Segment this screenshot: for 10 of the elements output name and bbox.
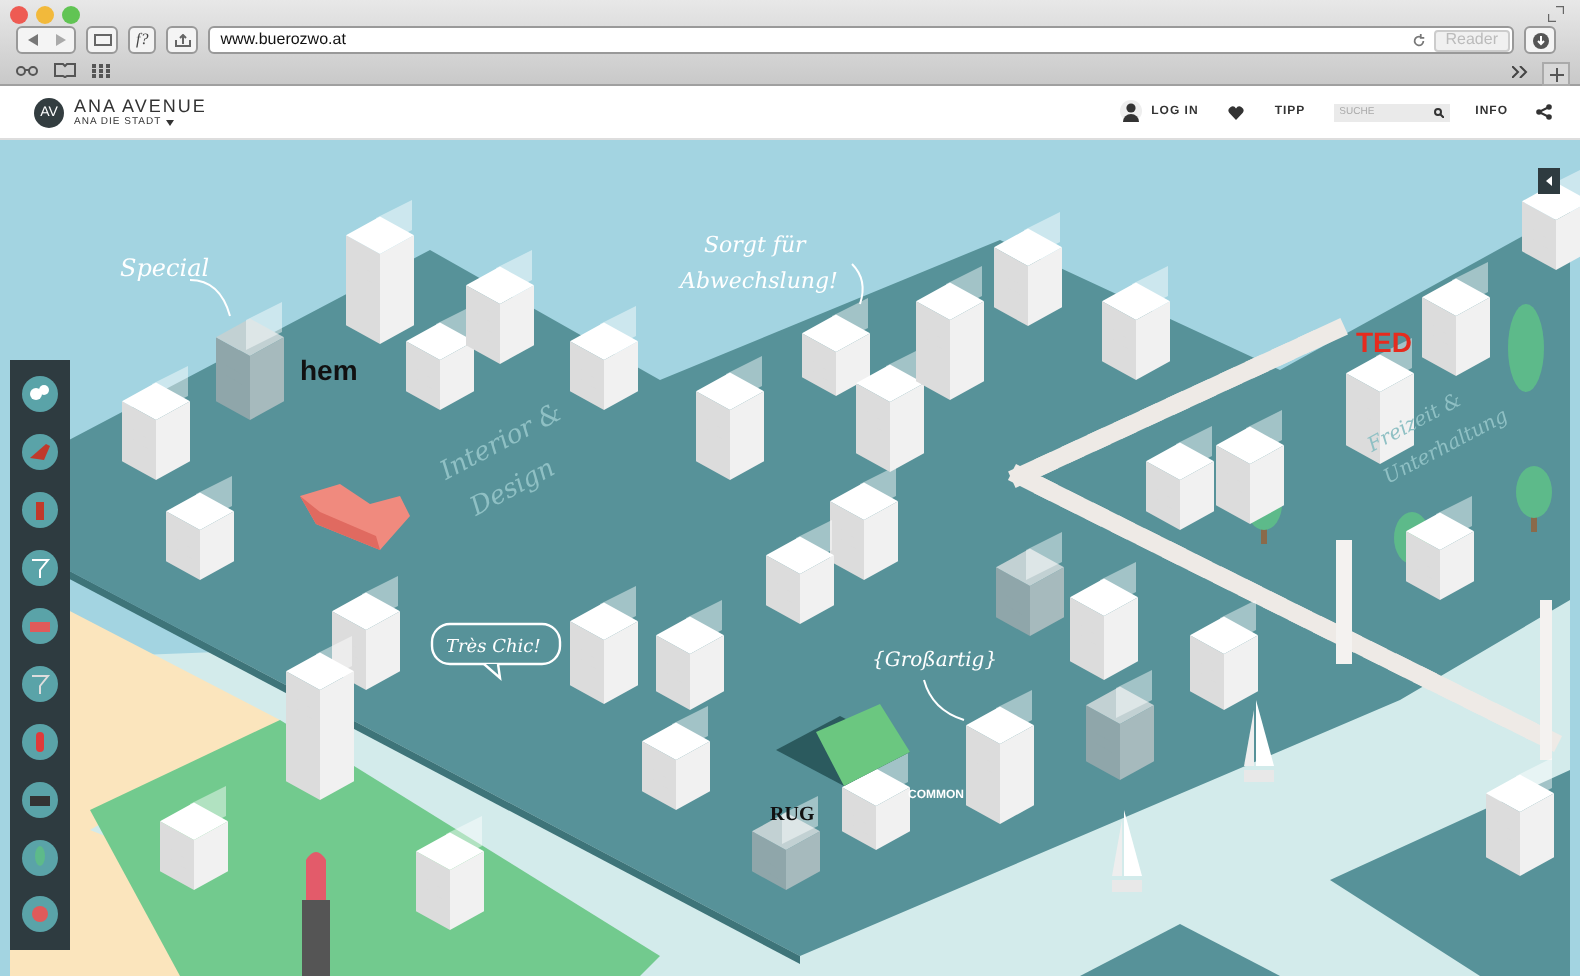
store-logo: hem xyxy=(300,354,358,386)
store-logo: RUG xyxy=(770,804,815,826)
brand-name[interactable]: ANA AVENUE xyxy=(74,97,207,115)
script-button[interactable]: f? xyxy=(128,26,157,54)
map-label: Special xyxy=(120,254,210,282)
map-label: {Großartig} xyxy=(872,650,998,672)
map-label: Sorgt für xyxy=(704,232,806,258)
map-label: Très Chic! xyxy=(446,638,541,658)
map-label: Abwechslung! xyxy=(680,268,838,294)
store-logo: TED xyxy=(1356,326,1412,358)
